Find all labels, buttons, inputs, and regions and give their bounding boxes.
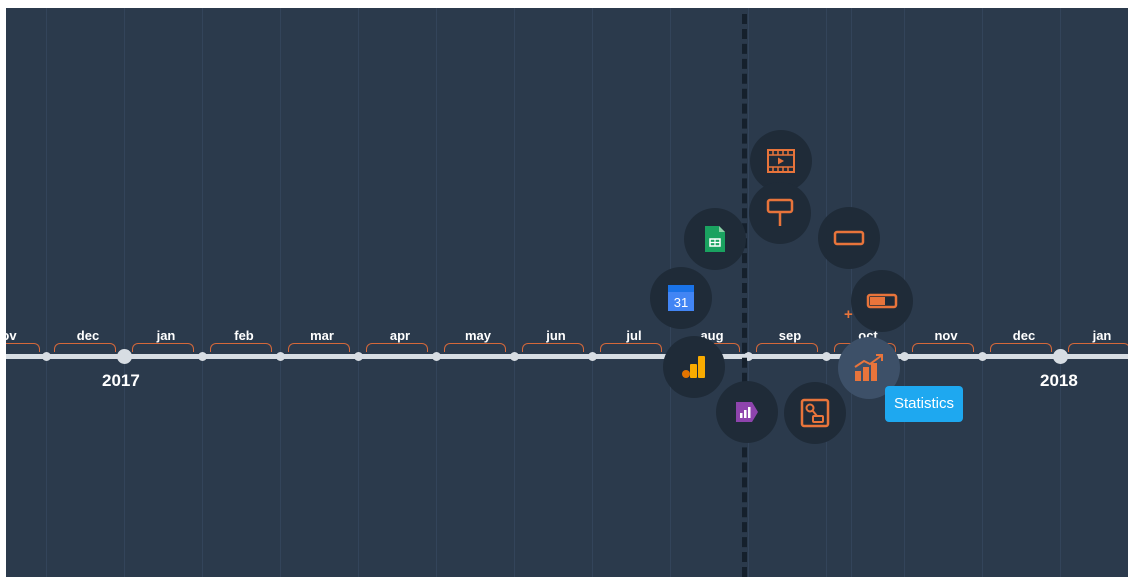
month-tick — [900, 352, 909, 361]
month-label[interactable]: apr — [365, 328, 435, 343]
month-label[interactable]: sep — [755, 328, 825, 343]
month-label[interactable]: feb — [209, 328, 279, 343]
month-tick — [978, 352, 987, 361]
month-tick — [822, 352, 831, 361]
grid-line — [124, 8, 125, 577]
month-label[interactable]: may — [443, 328, 513, 343]
month-tick — [432, 352, 441, 361]
month-label[interactable]: ov — [6, 328, 44, 343]
year-label: 2017 — [102, 371, 140, 390]
month-bracket — [522, 343, 584, 352]
grid-line — [748, 8, 749, 577]
month-tick — [354, 352, 363, 361]
month-label[interactable]: jan — [131, 328, 201, 343]
grid-line — [826, 8, 827, 577]
month-bracket — [54, 343, 116, 352]
month-bracket — [600, 343, 662, 352]
add-link-icon[interactable]: + — [844, 306, 853, 323]
statistics-tooltip: Statistics — [885, 386, 964, 422]
data-studio-node[interactable] — [716, 381, 778, 443]
month-tick — [42, 352, 51, 361]
month-tick — [198, 352, 207, 361]
month-bracket — [912, 343, 974, 352]
year-label: 2018 — [1040, 371, 1078, 390]
month-tick — [510, 352, 519, 361]
month-tick — [588, 352, 597, 361]
year-tick — [1053, 349, 1068, 364]
month-label[interactable]: dec — [53, 328, 123, 343]
month-label[interactable]: jul — [599, 328, 669, 343]
month-bracket — [444, 343, 506, 352]
year-tick — [117, 349, 132, 364]
month-bracket — [990, 343, 1052, 352]
grid-line — [592, 8, 593, 577]
google-sheets-node[interactable] — [684, 208, 746, 270]
toggle-switch-icon — [866, 293, 898, 309]
signpost-node[interactable] — [749, 182, 811, 244]
google-calendar-icon: 31 — [668, 285, 694, 311]
grid-line — [358, 8, 359, 577]
google-calendar-node[interactable]: 31 — [650, 267, 712, 329]
timeline-canvas[interactable]: ov dec jan feb mar apr may jun jul aug s… — [6, 8, 1128, 577]
google-sheets-icon — [705, 226, 725, 252]
month-label[interactable]: jan — [1067, 328, 1128, 343]
month-label[interactable]: nov — [911, 328, 981, 343]
month-bracket — [288, 343, 350, 352]
toggle-switch-node[interactable] — [851, 270, 913, 332]
data-studio-icon — [736, 402, 758, 422]
button-shape-node[interactable] — [818, 207, 880, 269]
month-tick — [276, 352, 285, 361]
grid-line — [514, 8, 515, 577]
month-bracket — [366, 343, 428, 352]
statistics-icon — [854, 354, 883, 381]
month-bracket — [6, 343, 40, 352]
month-bracket — [210, 343, 272, 352]
grid-line — [280, 8, 281, 577]
calendar-day: 31 — [674, 295, 688, 310]
grid-line — [202, 8, 203, 577]
grid-line — [436, 8, 437, 577]
grid-line — [1060, 8, 1061, 577]
month-bracket — [756, 343, 818, 352]
month-bracket — [132, 343, 194, 352]
workflow-icon — [800, 398, 830, 428]
video-icon — [767, 149, 795, 173]
google-analytics-icon — [682, 356, 705, 378]
grid-line — [46, 8, 47, 577]
month-bracket — [1068, 343, 1128, 352]
month-label[interactable]: jun — [521, 328, 591, 343]
timeline-axis — [6, 354, 1128, 359]
button-shape-icon — [833, 230, 865, 246]
grid-line — [982, 8, 983, 577]
workflow-node[interactable] — [784, 382, 846, 444]
signpost-icon — [766, 198, 794, 226]
google-analytics-node[interactable] — [663, 336, 725, 398]
month-label[interactable]: dec — [989, 328, 1059, 343]
current-date-marker — [742, 14, 747, 577]
month-label[interactable]: mar — [287, 328, 357, 343]
